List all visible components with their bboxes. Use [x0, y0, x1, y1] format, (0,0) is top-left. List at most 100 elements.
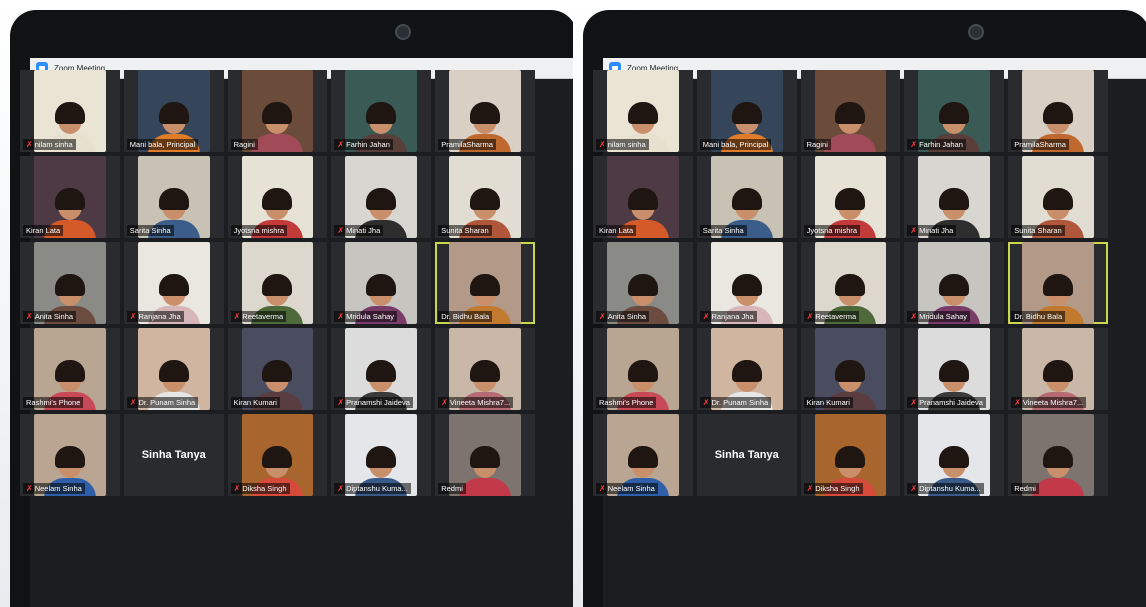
participant-name-label: ✗ Anita Sinha [23, 311, 77, 322]
participant-tile[interactable]: ✗ Minati Jha [904, 156, 1005, 238]
participant-name: Dr. Punam Sinha [138, 398, 196, 407]
participant-tile[interactable]: Kiran Lata [20, 156, 120, 238]
participant-tile[interactable]: Redmi [435, 414, 535, 496]
participant-tile[interactable]: ✗ Diksha Singh [800, 414, 901, 496]
participant-tile[interactable]: PramilaSharma [1008, 70, 1108, 152]
participant-name-label: Sunita Sharan [1011, 225, 1065, 236]
participant-name-label: ✗ Farhin Jahan [907, 139, 966, 150]
participant-name: Jyotsna mishra [233, 226, 285, 235]
participant-name: Neelam Sinha [34, 484, 82, 493]
participant-tile[interactable]: ✗ nilam sinha [20, 70, 120, 152]
mic-muted-icon: ✗ [233, 311, 241, 321]
participant-tile[interactable]: Sinha Tanya [696, 414, 797, 496]
participant-tile[interactable]: Jyotsna mishra [800, 156, 901, 238]
participant-name: Dr. Bidhu Bala [1014, 312, 1063, 321]
participant-tile[interactable]: Mani bala, Principal [123, 70, 224, 152]
participant-tile[interactable]: Dr. Bidhu Bala [435, 242, 535, 324]
participant-name: Mridula Sahay [919, 312, 968, 321]
participant-name: nilam sinha [607, 140, 646, 149]
participant-tile[interactable]: Kiran Kumari [227, 328, 328, 410]
mic-muted-icon: ✗ [26, 139, 33, 149]
participant-tile[interactable]: Sarita Sinha [696, 156, 797, 238]
participant-tile[interactable]: Rashmi's Phone [20, 328, 120, 410]
participant-name: Kiran Lata [26, 226, 61, 235]
participant-name-label: ✗ Diptanshu Kuma... [907, 483, 984, 494]
participant-name: Sarita Sinha [702, 226, 744, 235]
participant-name-label: ✗ Reetaverma [803, 311, 860, 322]
participant-name: Ranjana Jha [711, 312, 754, 321]
participant-name: Dr. Punam Sinha [711, 398, 769, 407]
participant-tile[interactable]: Mani bala, Principal [696, 70, 797, 152]
participant-name-label: Dr. Bidhu Bala [1011, 311, 1066, 322]
participant-tile[interactable]: ✗ Anita Sinha [20, 242, 120, 324]
participant-name-label: ✗ Vineeta Mishra7... [1011, 397, 1087, 408]
participant-tile[interactable]: Redmi [1008, 414, 1108, 496]
participant-name: PramilaSharma [1014, 140, 1066, 149]
participant-tile[interactable]: ✗ Farhin Jahan [904, 70, 1005, 152]
participant-tile[interactable]: Rashmi's Phone [593, 328, 693, 410]
gallery-grid: ✗ nilam sinha Mani bala, Principal Ragini ✗ F… [593, 70, 1108, 496]
participant-tile[interactable]: ✗ Vineeta Mishra7... [435, 328, 535, 410]
photo-left: Zoom Meeting ✗ nilam sinha Mani bala, Prin… [0, 0, 573, 607]
participant-tile[interactable]: ✗ Diksha Singh [227, 414, 328, 496]
participant-tile[interactable]: ✗ Reetaverma [800, 242, 901, 324]
participant-name: Ragini [806, 140, 828, 149]
participant-name-label: Kiran Kumari [803, 397, 853, 408]
gallery-grid: ✗ nilam sinha Mani bala, Principal Ragini ✗ F… [20, 70, 535, 496]
mic-muted-icon: ✗ [599, 139, 606, 149]
participant-tile[interactable]: ✗ Mridula Sahay [904, 242, 1005, 324]
participant-name: Farhin Jahan [919, 140, 963, 149]
mic-muted-icon: ✗ [910, 225, 918, 235]
participant-tile[interactable]: ✗ Neelam Sinha [20, 414, 120, 496]
mic-muted-icon: ✗ [910, 139, 918, 149]
participant-tile[interactable]: PramilaSharma [435, 70, 535, 152]
participant-tile[interactable]: Kiran Kumari [800, 328, 901, 410]
participant-tile[interactable]: ✗ Dr. Punam Sinha [696, 328, 797, 410]
participant-name: Diksha Singh [815, 484, 860, 493]
participant-tile[interactable]: ✗ nilam sinha [593, 70, 693, 152]
participant-tile[interactable]: ✗ Pranamshi Jaideva [904, 328, 1005, 410]
participant-tile[interactable]: Sarita Sinha [123, 156, 224, 238]
participant-tile[interactable]: Dr. Bidhu Bala [1008, 242, 1108, 324]
mic-muted-icon: ✗ [26, 311, 33, 321]
participant-name: Diptanshu Kuma... [346, 484, 408, 493]
participant-tile[interactable]: Ragini [227, 70, 328, 152]
participant-tile[interactable]: ✗ Farhin Jahan [331, 70, 432, 152]
participant-name: Farhin Jahan [346, 140, 390, 149]
participant-tile[interactable]: Sinha Tanya [123, 414, 224, 496]
participant-name-center: Sinha Tanya [141, 449, 206, 461]
participant-tile[interactable]: ✗ Ranjana Jha [123, 242, 224, 324]
participant-name-label: Sarita Sinha [699, 225, 747, 236]
participant-name-label: Dr. Bidhu Bala [438, 311, 493, 322]
participant-tile[interactable]: ✗ Vineeta Mishra7... [1008, 328, 1108, 410]
participant-tile[interactable]: ✗ Minati Jha [331, 156, 432, 238]
participant-tile[interactable]: Sunita Sharan [435, 156, 535, 238]
participant-name-label: ✗ Diptanshu Kuma... [334, 483, 411, 494]
participant-name: Rashmi's Phone [26, 398, 81, 407]
participant-name-label: ✗ Mridula Sahay [907, 311, 971, 322]
participant-tile[interactable]: ✗ Diptanshu Kuma... [331, 414, 432, 496]
participant-tile[interactable]: Sunita Sharan [1008, 156, 1108, 238]
participant-name: Reetaverma [242, 312, 284, 321]
participant-name-label: ✗ Dr. Punam Sinha [699, 397, 772, 408]
participant-tile[interactable]: ✗ Diptanshu Kuma... [904, 414, 1005, 496]
mic-muted-icon: ✗ [337, 311, 345, 321]
participant-tile[interactable]: Kiran Lata [593, 156, 693, 238]
participant-tile[interactable]: Jyotsna mishra [227, 156, 328, 238]
mic-muted-icon: ✗ [702, 397, 710, 407]
participant-tile[interactable]: ✗ Mridula Sahay [331, 242, 432, 324]
participant-tile[interactable]: ✗ Reetaverma [227, 242, 328, 324]
participant-name: Rashmi's Phone [599, 398, 654, 407]
participant-name: Sunita Sharan [441, 226, 489, 235]
participant-tile[interactable]: Ragini [800, 70, 901, 152]
participant-tile[interactable]: ✗ Dr. Punam Sinha [123, 328, 224, 410]
participant-tile[interactable]: ✗ Ranjana Jha [696, 242, 797, 324]
webcam-icon [968, 24, 984, 40]
participant-name-label: ✗ Pranamshi Jaideva [334, 397, 413, 408]
participant-tile[interactable]: ✗ Anita Sinha [593, 242, 693, 324]
participant-tile[interactable]: ✗ Pranamshi Jaideva [331, 328, 432, 410]
participant-name-label: Jyotsna mishra [230, 225, 288, 236]
participant-name: Vineeta Mishra7... [1022, 398, 1084, 407]
participant-tile[interactable]: ✗ Neelam Sinha [593, 414, 693, 496]
participant-name: Reetaverma [815, 312, 857, 321]
